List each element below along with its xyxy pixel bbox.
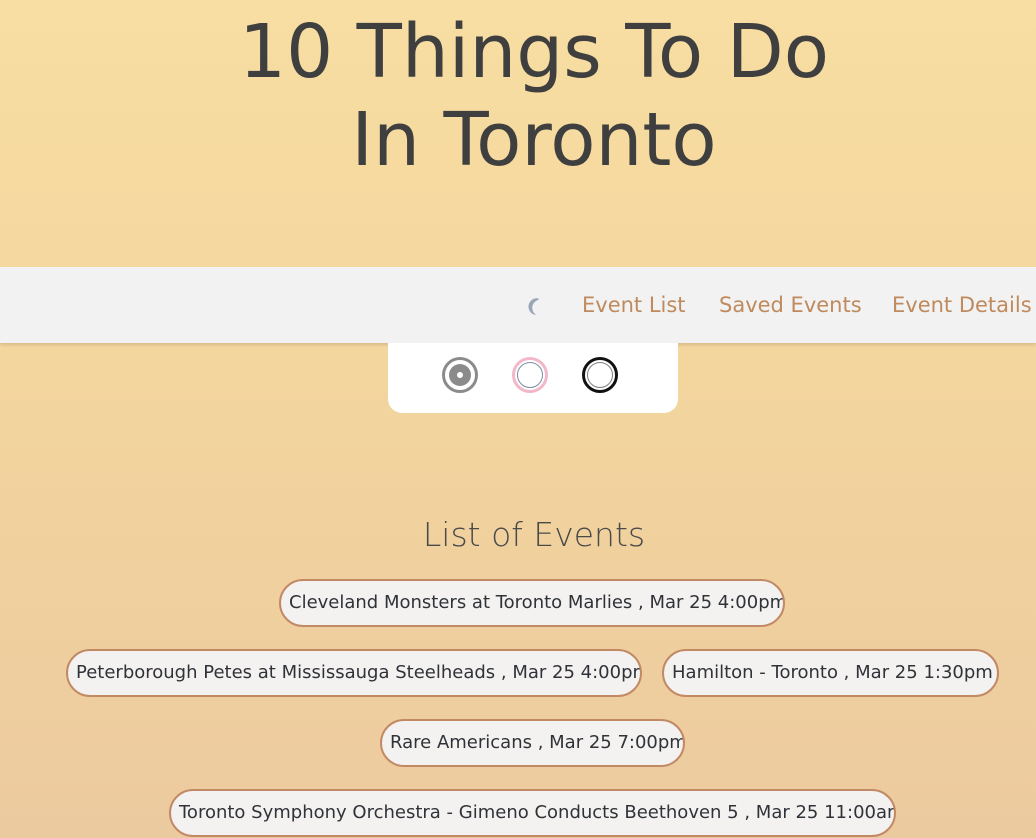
selected-dot-icon <box>457 372 463 378</box>
events-section-title: List of Events <box>422 515 646 554</box>
black-theme-swatch[interactable] <box>582 357 618 393</box>
top-navigation <box>0 267 1036 343</box>
page-title-line-1: 10 Things To Do <box>239 9 829 95</box>
nav-event-list-link[interactable]: Event List <box>582 291 686 319</box>
pink-theme-swatch[interactable] <box>512 357 548 393</box>
gray-theme-swatch[interactable] <box>442 357 478 393</box>
event-item[interactable]: Peterborough Petes at Mississauga Steelh… <box>66 649 642 697</box>
event-item[interactable]: Cleveland Monsters at Toronto Marlies , … <box>279 579 785 627</box>
event-item[interactable]: Rare Americans , Mar 25 7:00pm <box>380 719 685 767</box>
page-title: 10 Things To Do In Toronto <box>0 8 1036 184</box>
event-item[interactable]: Hamilton - Toronto , Mar 25 1:30pm <box>662 649 999 697</box>
nav-saved-events-link[interactable]: Saved Events <box>719 291 862 319</box>
event-item[interactable]: Toronto Symphony Orchestra - Gimeno Cond… <box>169 789 896 837</box>
moon-icon[interactable] <box>524 296 546 318</box>
theme-picker-panel <box>388 343 678 413</box>
page-title-line-2: In Toronto <box>351 97 717 183</box>
nav-event-details-link[interactable]: Event Details <box>892 291 1032 319</box>
